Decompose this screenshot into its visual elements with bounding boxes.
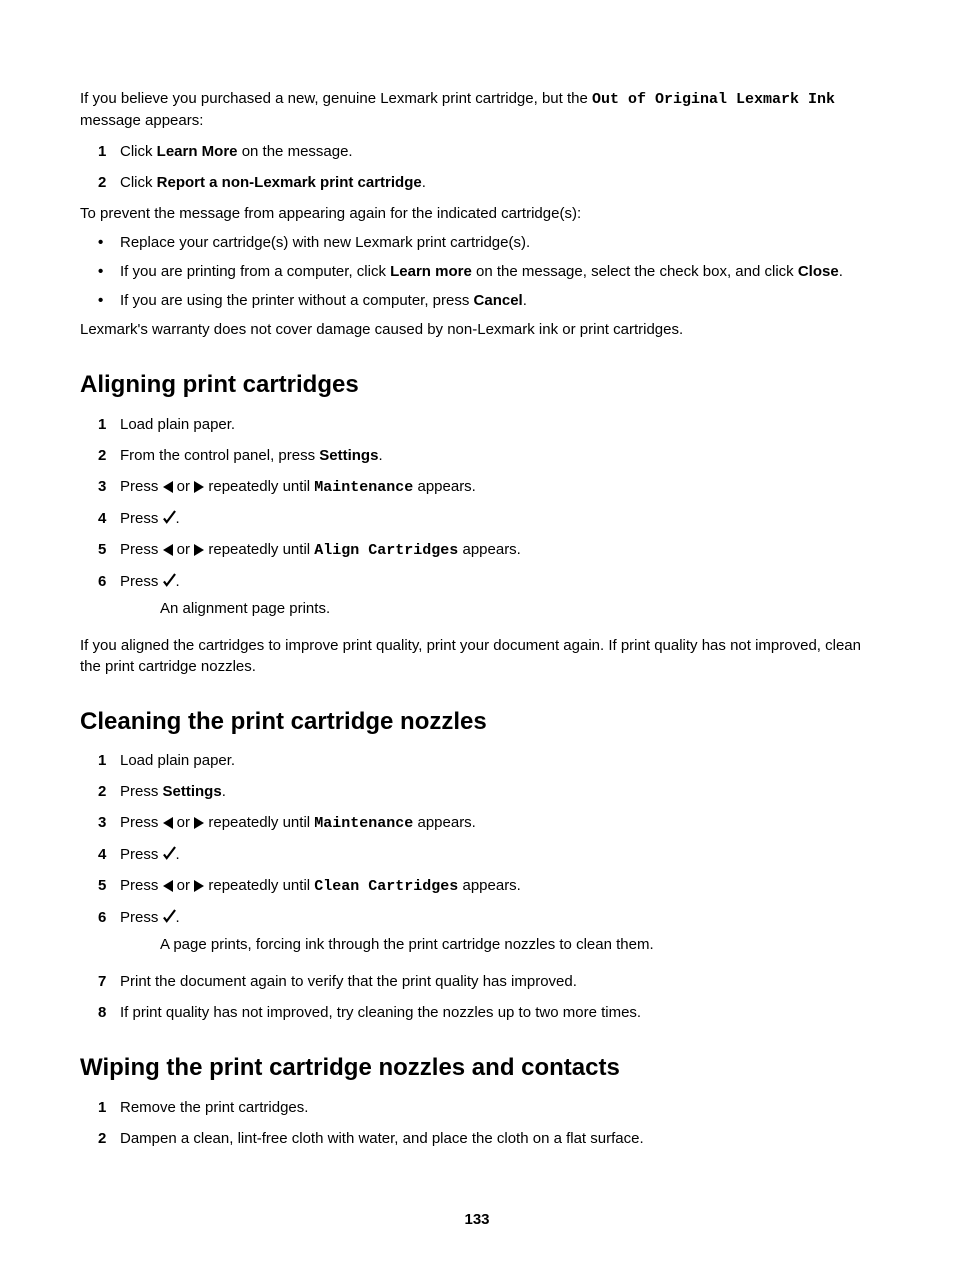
sub-note: An alignment page prints. [160, 598, 874, 619]
list-item: 6Press .A page prints, forcing ink throu… [98, 907, 874, 961]
align-steps: 1Load plain paper. 2From the control pan… [98, 414, 874, 625]
right-arrow-icon [194, 544, 204, 556]
list-item: 8If print quality has not improved, try … [98, 1002, 874, 1023]
check-icon [163, 846, 176, 861]
list-item: 2Click Report a non-Lexmark print cartri… [98, 172, 874, 193]
list-item: 2Press Settings. [98, 781, 874, 802]
list-item: Replace your cartridge(s) with new Lexma… [98, 232, 874, 253]
heading-wipe: Wiping the print cartridge nozzles and c… [80, 1051, 874, 1085]
clean-steps: 1Load plain paper. 2Press Settings. 3Pre… [98, 750, 874, 1023]
intro-paragraph: If you believe you purchased a new, genu… [80, 88, 874, 131]
list-item: 5Press or repeatedly until Clean Cartrid… [98, 875, 874, 897]
sub-note: A page prints, forcing ink through the p… [160, 934, 874, 955]
list-item: 1Load plain paper. [98, 414, 874, 435]
left-arrow-icon [163, 817, 173, 829]
heading-clean: Cleaning the print cartridge nozzles [80, 705, 874, 739]
list-item: 2From the control panel, press Settings. [98, 445, 874, 466]
list-item: 5Press or repeatedly until Align Cartrid… [98, 539, 874, 561]
list-item: 6Press .An alignment page prints. [98, 571, 874, 625]
intro-steps: 1Click Learn More on the message. 2Click… [98, 141, 874, 193]
heading-align: Aligning print cartridges [80, 368, 874, 402]
check-icon [163, 909, 176, 924]
check-icon [163, 573, 176, 588]
left-arrow-icon [163, 544, 173, 556]
intro-prevent: To prevent the message from appearing ag… [80, 203, 874, 224]
right-arrow-icon [194, 817, 204, 829]
right-arrow-icon [194, 481, 204, 493]
left-arrow-icon [163, 481, 173, 493]
list-item: 3Press or repeatedly until Maintenance a… [98, 812, 874, 834]
list-item: 3Press or repeatedly until Maintenance a… [98, 476, 874, 498]
list-item: 2Dampen a clean, lint-free cloth with wa… [98, 1128, 874, 1149]
right-arrow-icon [194, 880, 204, 892]
page-number: 133 [80, 1209, 874, 1230]
list-item: 4Press . [98, 844, 874, 865]
list-item: 1Remove the print cartridges. [98, 1097, 874, 1118]
list-item: 1Load plain paper. [98, 750, 874, 771]
intro-bullets: Replace your cartridge(s) with new Lexma… [98, 232, 874, 311]
list-item: If you are using the printer without a c… [98, 290, 874, 311]
list-item: 4Press . [98, 508, 874, 529]
list-item: 1Click Learn More on the message. [98, 141, 874, 162]
intro-warranty: Lexmark's warranty does not cover damage… [80, 319, 874, 340]
list-item: 7Print the document again to verify that… [98, 971, 874, 992]
align-followup: If you aligned the cartridges to improve… [80, 635, 874, 677]
list-item: If you are printing from a computer, cli… [98, 261, 874, 282]
wipe-steps: 1Remove the print cartridges. 2Dampen a … [98, 1097, 874, 1149]
check-icon [163, 510, 176, 525]
left-arrow-icon [163, 880, 173, 892]
